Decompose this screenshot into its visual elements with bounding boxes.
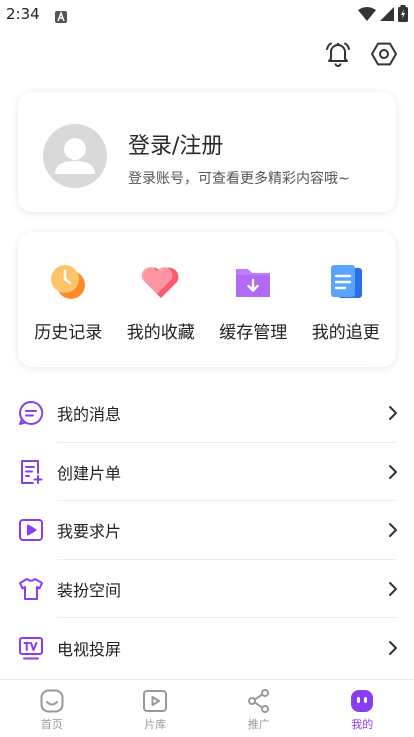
tab-profile[interactable]: 我的 (311, 680, 414, 737)
menu-label: 装扮空间 (57, 581, 122, 601)
download-folder-icon (231, 260, 275, 304)
menu-item-create-list[interactable]: 创建片单 (0, 443, 414, 502)
profile-icon (349, 688, 375, 714)
following-icon (324, 260, 368, 304)
notification-icon (55, 8, 67, 23)
status-indicators (358, 5, 408, 26)
settings-icon[interactable] (370, 40, 398, 68)
battery-icon (398, 5, 408, 26)
shortcut-label: 我的收藏 (126, 323, 195, 343)
signal-icon (380, 6, 394, 25)
library-icon (142, 688, 168, 714)
login-subtitle: 登录账号，可查看更多精彩内容哦~ (128, 171, 350, 187)
menu-item-request-video[interactable]: 我要求片 (0, 501, 414, 560)
shortcut-card: 历史记录 我的收藏 缓存管理 我的追更 (18, 232, 396, 367)
home-icon (39, 688, 65, 714)
chevron-right-icon (386, 463, 400, 481)
bottom-tab-bar: 首页 片库 推广 我的 (0, 679, 414, 737)
shortcut-download-folder[interactable]: 缓存管理 (208, 232, 298, 367)
menu-item-dress-up[interactable]: 装扮空间 (0, 560, 414, 619)
wifi-icon (358, 6, 376, 25)
avatar[interactable] (43, 124, 107, 188)
login-title[interactable]: 登录/注册 (128, 128, 223, 160)
menu-item-messages[interactable]: 我的消息 (0, 384, 414, 443)
login-card[interactable]: 登录/注册 登录账号，可查看更多精彩内容哦~ (18, 92, 396, 212)
shortcut-favorites[interactable]: 我的收藏 (116, 232, 206, 367)
shortcut-label: 缓存管理 (219, 323, 288, 343)
shortcut-label: 历史记录 (34, 323, 103, 343)
share-icon (246, 688, 272, 714)
menu-item-tv-cast[interactable]: 电视投屏 (0, 618, 414, 677)
shirt-icon (18, 576, 44, 602)
tv-icon (18, 635, 44, 661)
tab-promote[interactable]: 推广 (207, 680, 311, 737)
request-video-icon (18, 517, 44, 543)
history-icon (46, 260, 90, 304)
chevron-right-icon (386, 580, 400, 598)
menu-label: 我的消息 (57, 405, 122, 425)
chevron-right-icon (386, 639, 400, 657)
favorites-icon (139, 260, 183, 304)
message-icon (18, 400, 44, 426)
tab-label: 片库 (144, 718, 167, 731)
bell-icon[interactable] (324, 40, 352, 68)
shortcut-label: 我的追更 (311, 323, 380, 343)
shortcut-history[interactable]: 历史记录 (23, 232, 113, 367)
tab-label: 首页 (40, 718, 63, 731)
status-time: 2:34 (6, 5, 40, 23)
create-list-icon (18, 459, 44, 485)
shortcut-following[interactable]: 我的追更 (301, 232, 391, 367)
tab-home[interactable]: 首页 (0, 680, 104, 737)
settings-menu: 我的消息 创建片单 我要求片 装扮空间 电视投屏 (0, 384, 414, 677)
tab-library[interactable]: 片库 (104, 680, 208, 737)
chevron-right-icon (386, 404, 400, 422)
menu-label: 我要求片 (57, 522, 122, 542)
menu-label: 创建片单 (57, 463, 122, 483)
menu-label: 电视投屏 (57, 639, 122, 659)
tab-label: 推广 (247, 718, 270, 731)
status-bar: 2:34 (0, 0, 414, 28)
header-actions (324, 40, 398, 68)
chevron-right-icon (386, 521, 400, 539)
tab-label: 我的 (351, 718, 374, 731)
